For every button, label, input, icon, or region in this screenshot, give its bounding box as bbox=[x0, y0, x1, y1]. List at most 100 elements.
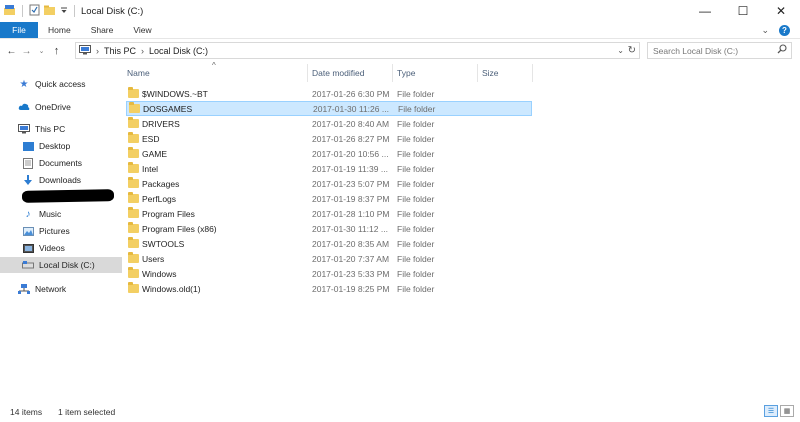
column-header-name[interactable]: Name bbox=[127, 64, 307, 82]
table-row[interactable]: Windows.old(1) 2017-01-19 8:25 PM File fol… bbox=[126, 281, 532, 296]
table-row[interactable]: Windows 2017-01-23 5:33 PM File folder bbox=[126, 266, 532, 281]
sidebar-item-label: Local Disk (C:) bbox=[39, 260, 95, 270]
date-modified-cell: 2017-01-23 5:33 PM bbox=[312, 268, 390, 279]
music-icon: ♪ bbox=[25, 208, 31, 220]
type-cell: File folder bbox=[397, 193, 435, 204]
type-cell: File folder bbox=[397, 253, 435, 264]
explorer-app-icon bbox=[4, 4, 16, 18]
column-divider[interactable] bbox=[307, 64, 308, 82]
column-divider[interactable] bbox=[477, 64, 478, 82]
table-row[interactable]: Program Files (x86) 2017-01-30 11:12 ... F… bbox=[126, 221, 532, 236]
column-header-type[interactable]: Type bbox=[397, 64, 477, 82]
table-row[interactable]: ESD 2017-01-26 8:27 PM File folder bbox=[126, 131, 532, 146]
folder-icon bbox=[128, 162, 139, 173]
column-header-size[interactable]: Size bbox=[482, 64, 532, 82]
file-name: Program Files (x86) bbox=[142, 223, 217, 234]
file-name: Users bbox=[142, 253, 165, 264]
date-modified-cell: 2017-01-28 1:10 PM bbox=[312, 208, 390, 219]
customize-toolbar-icon[interactable] bbox=[60, 6, 68, 16]
table-row[interactable]: GAME 2017-01-20 10:56 ... File folder bbox=[126, 146, 532, 161]
table-row[interactable]: PerfLogs 2017-01-19 8:37 PM File folder bbox=[126, 191, 532, 206]
minimize-button[interactable]: — bbox=[686, 0, 724, 22]
tab-view[interactable]: View bbox=[123, 22, 161, 38]
table-row[interactable]: SWTOOLS 2017-01-20 8:35 AM File folder bbox=[126, 236, 532, 251]
back-arrow-icon[interactable]: ← bbox=[4, 46, 19, 57]
type-cell: File folder bbox=[397, 268, 435, 279]
search-placeholder: Search Local Disk (C:) bbox=[653, 45, 739, 56]
table-row[interactable]: $WINDOWS.~BT 2017-01-26 6:30 PM File folde… bbox=[126, 86, 532, 101]
column-header-date[interactable]: Date modified bbox=[312, 64, 392, 82]
sidebar-item-local-disk[interactable]: Local Disk (C:) bbox=[0, 257, 122, 273]
sidebar-item-onedrive[interactable]: OneDrive bbox=[0, 99, 122, 115]
download-icon bbox=[22, 174, 34, 186]
address-dropdown-icon[interactable]: ⌄ bbox=[617, 46, 624, 55]
status-bar: 14 items 1 item selected ☰ ▦ bbox=[0, 401, 800, 422]
table-row[interactable]: Program Files 2017-01-28 1:10 PM File fold… bbox=[126, 206, 532, 221]
type-cell: File folder bbox=[397, 283, 435, 294]
breadcrumb-chevron-icon[interactable]: › bbox=[141, 46, 144, 56]
file-name-cell: Windows bbox=[128, 267, 177, 279]
file-list: ^ Name Date modified Type Size $WINDOWS.… bbox=[122, 61, 800, 401]
column-divider[interactable] bbox=[532, 64, 533, 82]
forward-arrow-icon[interactable]: → bbox=[19, 46, 34, 57]
breadcrumb-this-pc[interactable]: This PC bbox=[104, 46, 136, 56]
folder-icon bbox=[128, 282, 139, 293]
window-title: Local Disk (C:) bbox=[81, 5, 144, 17]
quick-access-toolbar bbox=[0, 0, 77, 22]
sidebar-item-documents[interactable]: Documents bbox=[0, 155, 122, 171]
large-icons-view-icon[interactable]: ▦ bbox=[780, 405, 794, 417]
computer-icon bbox=[18, 124, 30, 135]
new-folder-icon[interactable] bbox=[44, 5, 56, 18]
tab-file[interactable]: File bbox=[0, 22, 38, 38]
file-name: GAME bbox=[142, 148, 168, 159]
table-row[interactable]: Intel 2017-01-19 11:39 ... File folder bbox=[126, 161, 532, 176]
table-row[interactable]: DRIVERS 2017-01-20 8:40 AM File folder bbox=[126, 116, 532, 131]
table-row[interactable]: Users 2017-01-20 7:37 AM File folder bbox=[126, 251, 532, 266]
help-icon[interactable]: ? bbox=[779, 24, 790, 36]
folder-icon bbox=[128, 237, 139, 248]
sidebar-item-label: Documents bbox=[39, 158, 82, 168]
tab-share[interactable]: Share bbox=[81, 22, 124, 38]
table-row[interactable]: Packages 2017-01-23 5:07 PM File folder bbox=[126, 176, 532, 191]
file-name-cell: PerfLogs bbox=[128, 192, 177, 204]
cloud-icon bbox=[18, 102, 30, 113]
file-name: PerfLogs bbox=[142, 193, 177, 204]
sidebar-item-videos[interactable]: Videos bbox=[0, 240, 122, 256]
sidebar-item-pictures[interactable]: Pictures bbox=[0, 223, 122, 239]
sidebar-item-network[interactable]: Network bbox=[0, 281, 122, 297]
column-divider[interactable] bbox=[392, 64, 393, 82]
file-name-cell: Packages bbox=[128, 177, 179, 189]
sidebar-item-label: Quick access bbox=[35, 79, 86, 89]
date-modified-cell: 2017-01-19 8:37 PM bbox=[312, 193, 390, 204]
date-modified-cell: 2017-01-20 8:35 AM bbox=[312, 238, 390, 249]
type-cell: File folder bbox=[397, 88, 435, 99]
breadcrumb-chevron-icon[interactable]: › bbox=[96, 46, 99, 56]
file-name-cell: DOSGAMES bbox=[129, 102, 192, 114]
expand-ribbon-icon[interactable]: ⌄ bbox=[761, 25, 769, 36]
sidebar-item-downloads[interactable]: Downloads bbox=[0, 172, 122, 188]
search-input[interactable]: Search Local Disk (C:) bbox=[647, 42, 792, 59]
sidebar-item-desktop[interactable]: Desktop bbox=[0, 138, 122, 154]
maximize-button[interactable]: ☐ bbox=[724, 0, 762, 22]
file-name-cell: SWTOOLS bbox=[128, 237, 184, 249]
address-bar[interactable]: › This PC › Local Disk (C:) ⌄ ↻ bbox=[75, 42, 640, 59]
file-name: Program Files bbox=[142, 208, 195, 219]
up-arrow-icon[interactable]: ↑ bbox=[49, 45, 64, 57]
refresh-icon[interactable]: ↻ bbox=[628, 45, 636, 56]
file-name: Windows bbox=[142, 268, 177, 279]
sidebar-item-this-pc[interactable]: This PC bbox=[0, 121, 122, 137]
type-cell: File folder bbox=[397, 133, 435, 144]
sidebar-item-music[interactable]: ♪ Music bbox=[0, 206, 122, 222]
tab-home[interactable]: Home bbox=[38, 22, 81, 38]
file-name: DRIVERS bbox=[142, 118, 180, 129]
sidebar-item-label: Network bbox=[35, 284, 67, 294]
details-view-icon[interactable]: ☰ bbox=[764, 405, 778, 417]
close-button[interactable]: ✕ bbox=[762, 0, 800, 22]
breadcrumb-local-disk[interactable]: Local Disk (C:) bbox=[149, 46, 208, 56]
recent-locations-chevron-icon[interactable]: ⌄ bbox=[34, 47, 49, 55]
sidebar-item-quick-access[interactable]: ★ Quick access bbox=[0, 76, 122, 92]
file-name-cell: $WINDOWS.~BT bbox=[128, 87, 208, 99]
table-row[interactable]: DOSGAMES 2017-01-30 11:26 ... File folder bbox=[126, 101, 532, 116]
file-name-cell: GAME bbox=[128, 147, 168, 159]
properties-icon[interactable] bbox=[29, 4, 40, 18]
